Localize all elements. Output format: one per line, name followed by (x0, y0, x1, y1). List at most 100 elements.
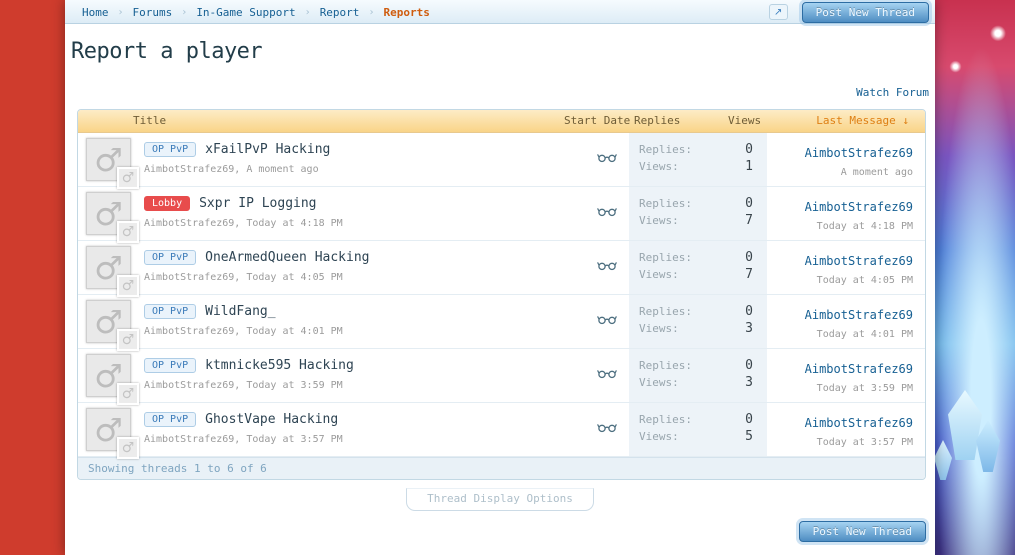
replies-count: 0 (745, 304, 753, 319)
last-message-date: Today at 3:59 PM (816, 383, 913, 394)
preview-glasses-icon[interactable] (597, 310, 617, 325)
last-message-cell: AimbotStrafez69 Today at 4:05 PM (767, 241, 925, 294)
column-header-title[interactable]: Title (133, 114, 166, 127)
ice-crystal-shape (934, 440, 952, 480)
thread-byline: AimbotStrafez69, Today at 4:05 PM (144, 272, 370, 283)
last-poster-mini-avatar[interactable]: ♂ (117, 437, 139, 459)
thread-row[interactable]: ♂ ♂ OP PvP GhostVape Hacking AimbotStraf… (78, 403, 925, 459)
thread-title-link[interactable]: xFailPvP Hacking (205, 142, 330, 157)
thread-author-and-date[interactable]: AimbotStrafez69, Today at 3:59 PM (144, 380, 343, 391)
column-header-last-message-sorted-desc[interactable]: Last Message ↓ (816, 114, 909, 127)
thread-byline: AimbotStrafez69, Today at 3:59 PM (144, 380, 354, 391)
thread-prefix-badge[interactable]: Lobby (144, 196, 191, 211)
thread-starter-avatar[interactable]: ♂ ♂ (86, 246, 139, 297)
thread-author-and-date[interactable]: AimbotStrafez69, A moment ago (144, 164, 319, 175)
thread-title-line: OP PvP GhostVape Hacking (144, 412, 343, 427)
male-avatar-icon: ♂ (121, 170, 135, 186)
last-poster-mini-avatar[interactable]: ♂ (117, 167, 139, 189)
breadcrumb-item-home[interactable]: Home (73, 6, 118, 19)
thread-row[interactable]: ♂ ♂ OP PvP WildFang_ AimbotStrafez69, To… (78, 295, 925, 351)
views-count: 1 (745, 159, 753, 174)
thread-author-and-date[interactable]: AimbotStrafez69, Today at 4:01 PM (144, 326, 343, 337)
thread-author-and-date[interactable]: AimbotStrafez69, Today at 4:05 PM (144, 272, 343, 283)
thread-starter-avatar[interactable]: ♂ ♂ (86, 300, 139, 351)
thread-title-link[interactable]: Sxpr IP Logging (199, 196, 316, 211)
last-poster-link[interactable]: AimbotStrafez69 (805, 200, 913, 214)
column-header-replies[interactable]: Replies (634, 114, 680, 127)
male-avatar-icon: ♂ (121, 278, 135, 294)
column-header-start-date[interactable]: Start Date (564, 114, 630, 127)
thread-title-link[interactable]: OneArmedQueen Hacking (205, 250, 369, 265)
thread-stats-cell: Replies: 0 Views: 3 (629, 349, 767, 402)
last-poster-link[interactable]: AimbotStrafez69 (805, 416, 913, 430)
thread-preview-cell (585, 133, 629, 186)
thread-prefix-badge[interactable]: OP PvP (144, 358, 197, 373)
thread-title-link[interactable]: WildFang_ (205, 304, 275, 319)
post-new-thread-button-top[interactable]: Post New Thread (801, 1, 929, 23)
thread-preview-cell (585, 403, 629, 456)
watch-forum-link[interactable]: Watch Forum (856, 86, 929, 99)
thread-stats-cell: Replies: 0 Views: 7 (629, 241, 767, 294)
thread-starter-avatar[interactable]: ♂ ♂ (86, 138, 139, 189)
replies-line: Replies: 0 (639, 141, 753, 158)
thread-row[interactable]: ♂ ♂ Lobby Sxpr IP Logging AimbotStrafez6… (78, 187, 925, 243)
views-line: Views: 7 (639, 212, 753, 229)
preview-glasses-icon[interactable] (597, 148, 617, 163)
thread-title-link[interactable]: ktmnicke595 Hacking (205, 358, 354, 373)
thread-prefix-badge[interactable]: OP PvP (144, 304, 197, 319)
thread-row[interactable]: ♂ ♂ OP PvP ktmnicke595 Hacking AimbotStr… (78, 349, 925, 405)
last-message-cell: AimbotStrafez69 Today at 3:57 PM (767, 403, 925, 456)
thread-preview-cell (585, 187, 629, 240)
last-message-cell: AimbotStrafez69 Today at 3:59 PM (767, 349, 925, 402)
thread-prefix-badge[interactable]: OP PvP (144, 142, 197, 157)
thread-author-and-date[interactable]: AimbotStrafez69, Today at 3:57 PM (144, 434, 343, 445)
thread-stats-cell: Replies: 0 Views: 5 (629, 403, 767, 456)
breadcrumb-item-forums[interactable]: Forums (124, 6, 182, 19)
thread-info: Lobby Sxpr IP Logging AimbotStrafez69, T… (144, 192, 343, 240)
thread-starter-avatar[interactable]: ♂ ♂ (86, 408, 139, 459)
preview-glasses-icon[interactable] (597, 202, 617, 217)
thread-display-options-wrap: Thread Display Options (65, 488, 935, 511)
preview-glasses-icon[interactable] (597, 364, 617, 379)
views-line: Views: 5 (639, 428, 753, 445)
thread-display-options-toggle[interactable]: Thread Display Options (406, 488, 594, 511)
replies-label: Replies: (639, 143, 692, 156)
male-avatar-icon: ♂ (121, 332, 135, 348)
last-poster-link[interactable]: AimbotStrafez69 (805, 362, 913, 376)
post-new-thread-button-bottom[interactable]: Post New Thread (798, 521, 926, 542)
last-poster-mini-avatar[interactable]: ♂ (117, 383, 139, 405)
replies-label: Replies: (639, 251, 692, 264)
thread-row[interactable]: ♂ ♂ OP PvP OneArmedQueen Hacking AimbotS… (78, 241, 925, 297)
thread-stats-cell: Replies: 0 Views: 1 (629, 133, 767, 186)
thread-prefix-badge[interactable]: OP PvP (144, 412, 197, 427)
share-page-icon[interactable]: ↗ (768, 4, 788, 20)
preview-glasses-icon[interactable] (597, 418, 617, 433)
column-header-views[interactable]: Views (728, 114, 761, 127)
thread-main-cell: ♂ ♂ OP PvP ktmnicke595 Hacking AimbotStr… (78, 349, 585, 405)
thread-preview-cell (585, 349, 629, 402)
last-message-date: Today at 3:57 PM (816, 437, 913, 448)
last-poster-mini-avatar[interactable]: ♂ (117, 275, 139, 297)
thread-info: OP PvP ktmnicke595 Hacking AimbotStrafez… (144, 354, 354, 402)
breadcrumb-item-reports[interactable]: Reports (374, 6, 438, 19)
thread-list: Title Start Date Replies Views Last Mess… (77, 109, 926, 480)
last-poster-mini-avatar[interactable]: ♂ (117, 221, 139, 243)
thread-rows: ♂ ♂ OP PvP xFailPvP Hacking AimbotStrafe… (78, 133, 925, 459)
breadcrumb-item-in-game-support[interactable]: In-Game Support (187, 6, 304, 19)
thread-title-line: OP PvP WildFang_ (144, 304, 343, 319)
thread-title-line: OP PvP ktmnicke595 Hacking (144, 358, 354, 373)
thread-prefix-badge[interactable]: OP PvP (144, 250, 197, 265)
replies-line: Replies: 0 (639, 357, 753, 374)
thread-starter-avatar[interactable]: ♂ ♂ (86, 192, 139, 243)
replies-label: Replies: (639, 305, 692, 318)
thread-title-link[interactable]: GhostVape Hacking (205, 412, 338, 427)
thread-starter-avatar[interactable]: ♂ ♂ (86, 354, 139, 405)
last-poster-mini-avatar[interactable]: ♂ (117, 329, 139, 351)
last-poster-link[interactable]: AimbotStrafez69 (805, 146, 913, 160)
thread-row[interactable]: ♂ ♂ OP PvP xFailPvP Hacking AimbotStrafe… (78, 133, 925, 189)
last-poster-link[interactable]: AimbotStrafez69 (805, 254, 913, 268)
breadcrumb-item-report[interactable]: Report (311, 6, 369, 19)
last-poster-link[interactable]: AimbotStrafez69 (805, 308, 913, 322)
thread-author-and-date[interactable]: AimbotStrafez69, Today at 4:18 PM (144, 218, 343, 229)
preview-glasses-icon[interactable] (597, 256, 617, 271)
